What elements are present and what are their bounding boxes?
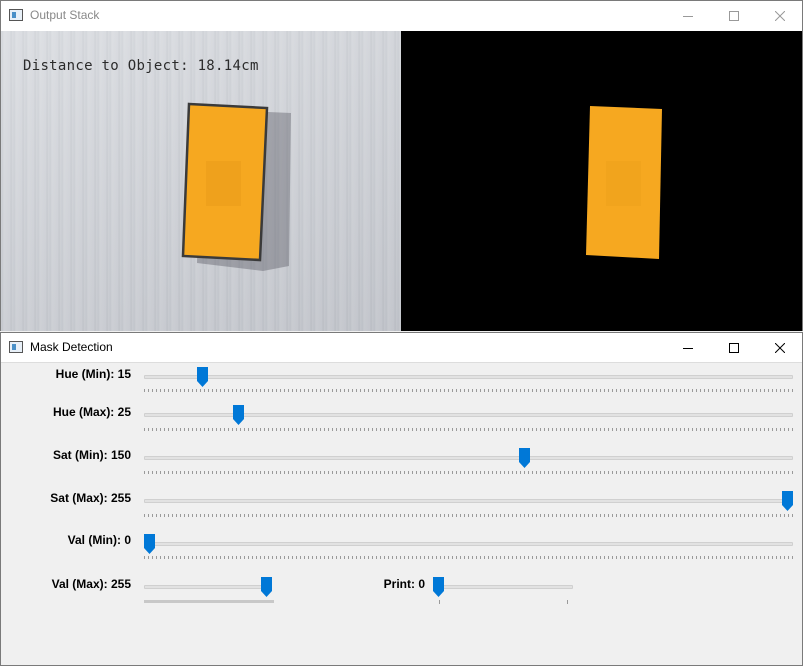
trackbar-label: Val (Max): 255: [51, 577, 131, 591]
maximize-button[interactable]: [711, 1, 757, 31]
trackbar-thumb[interactable]: [433, 577, 444, 597]
mask-detection-window: Mask Detection Hue (Min): 15 Hue (Max): …: [0, 332, 803, 666]
trackbar-track[interactable]: [144, 542, 793, 546]
masked-object: [586, 106, 662, 259]
maximize-icon: [729, 11, 739, 21]
trackbar-ticks: [144, 471, 793, 474]
maximize-button[interactable]: [711, 333, 757, 363]
trackbar-track[interactable]: [144, 499, 793, 503]
distance-readout: Distance to Object: 18.14cm: [23, 58, 259, 74]
trackbar-track[interactable]: [144, 456, 793, 460]
trackbar-thumb[interactable]: [144, 534, 155, 554]
close-icon: [775, 343, 785, 353]
trackbar-label: Hue (Min): 15: [55, 367, 131, 381]
output-stack-window: Output Stack Distance to Object: 18.14cm: [0, 0, 803, 331]
app-icon: [9, 341, 23, 353]
mask-detection-titlebar[interactable]: Mask Detection: [1, 333, 802, 363]
trackbar-label: Sat (Min): 150: [52, 448, 131, 462]
trackbar-thumb[interactable]: [782, 491, 793, 511]
trackbar-label: Sat (Max): 255: [50, 491, 131, 505]
trackbar-thumb[interactable]: [261, 577, 272, 597]
maximize-icon: [729, 343, 739, 353]
close-button[interactable]: [757, 1, 803, 31]
minimize-button[interactable]: [665, 333, 711, 363]
trackbar-thumb[interactable]: [519, 448, 530, 468]
mask-frame: [401, 31, 802, 331]
trackbar-label: Val (Min): 0: [67, 533, 131, 547]
trackbar-thumb[interactable]: [233, 405, 244, 425]
output-image-canvas: Distance to Object: 18.14cm: [1, 31, 802, 331]
app-icon: [9, 9, 23, 21]
close-button[interactable]: [757, 333, 803, 363]
trackbar-label: Hue (Max): 25: [52, 405, 131, 419]
trackbar-track[interactable]: [438, 585, 573, 589]
trackbar-fill: [144, 600, 274, 603]
trackbar-ticks: [144, 428, 793, 431]
trackbar-track[interactable]: [144, 585, 272, 589]
minimize-button[interactable]: [665, 1, 711, 31]
trackbar-tick-start: [439, 600, 440, 604]
trackbar-thumb[interactable]: [197, 367, 208, 387]
window-title: Mask Detection: [30, 340, 113, 354]
trackbar-ticks: [144, 514, 793, 517]
close-icon: [775, 11, 785, 21]
camera-frame: Distance to Object: 18.14cm: [1, 31, 401, 331]
minimize-icon: [683, 16, 693, 17]
window-title: Output Stack: [30, 8, 100, 22]
minimize-icon: [683, 348, 693, 349]
output-stack-titlebar[interactable]: Output Stack: [1, 1, 802, 31]
detected-object-contour: [181, 102, 269, 262]
trackbar-tick-end: [567, 600, 568, 604]
trackbar-label: Print: 0: [383, 577, 425, 591]
trackbar-ticks: [144, 389, 793, 392]
trackbar-ticks: [144, 556, 793, 559]
trackbar-track[interactable]: [144, 375, 793, 379]
